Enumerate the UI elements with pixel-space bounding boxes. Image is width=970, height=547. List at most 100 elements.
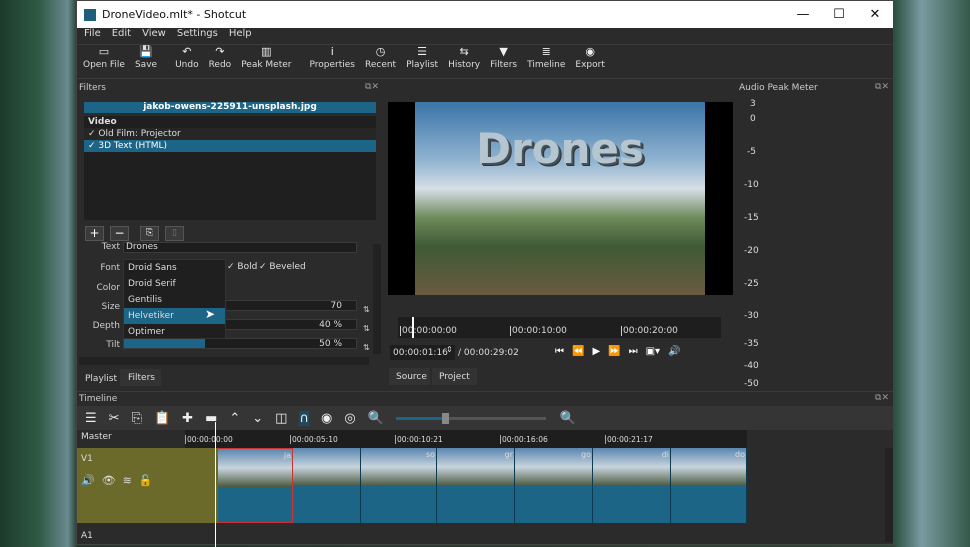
toolbar-redo-button[interactable]: ↷ Redo <box>209 45 232 78</box>
toolbar-label: Open File <box>83 60 125 70</box>
mouse-cursor-icon: ➤ <box>205 307 216 321</box>
menu-settings[interactable]: Settings <box>177 28 218 44</box>
toolbar-properties-button[interactable]: i Properties <box>310 45 355 78</box>
text-label: Text <box>101 242 120 252</box>
timeline-clip[interactable]: do <box>671 448 747 523</box>
filter-item-3d-text[interactable]: ✓ 3D Text (HTML) <box>84 140 376 152</box>
volume-button[interactable]: 🔊 <box>668 346 680 357</box>
clip-name: di <box>661 450 669 459</box>
menu-edit[interactable]: Edit <box>112 28 131 44</box>
rewind-button[interactable]: ⏪ <box>572 346 584 357</box>
panel-float-close-icon[interactable]: ⧉✕ <box>875 82 889 92</box>
timeline-ruler[interactable]: 00:00:00:00 00:00:05:10 00:00:10:21 00:00:1… <box>185 430 747 448</box>
toolbar-label: Save <box>134 60 158 70</box>
zoom-out-icon[interactable]: 🔍 <box>368 411 384 426</box>
filters-panel: Filters ⧉✕ jakob-owens-225911-unsplash.j… <box>77 81 385 389</box>
scrub-icon[interactable]: ◉ <box>321 411 332 426</box>
font-option[interactable]: Gentilis <box>124 292 225 308</box>
zoom-slider[interactable] <box>395 412 546 424</box>
window-title: DroneVideo.mlt* - Shotcut <box>102 8 247 21</box>
panel-float-close-icon[interactable]: ⧉✕ <box>875 393 889 403</box>
timeline-scrollbar[interactable] <box>885 448 893 542</box>
menu-icon[interactable]: ☰ <box>85 411 97 426</box>
toolbar-playlist-button[interactable]: ☰ Playlist <box>406 45 438 78</box>
timeline-clip[interactable]: gr <box>437 448 515 523</box>
toolbar-open-file-button[interactable]: ▭ Open File <box>83 45 125 78</box>
paste-icon[interactable]: 📋 <box>154 411 170 426</box>
minimize-button[interactable]: — <box>785 7 821 22</box>
toolbar-peak-meter-button[interactable]: ▥ Peak Meter <box>241 45 291 78</box>
zoom-in-icon[interactable]: 🔍 <box>560 411 576 426</box>
preview-ruler[interactable]: 00:00:00:00 00:00:10:00 00:00:20:00 <box>398 317 721 338</box>
overlay-3d-text: Drones <box>476 124 644 173</box>
timeline-title: Timeline <box>79 394 118 404</box>
skip-next-button[interactable]: ⏭ <box>629 346 638 357</box>
timeline-playhead[interactable] <box>215 422 216 547</box>
timeline-clip[interactable]: go <box>515 448 593 523</box>
timeline-clip[interactable]: di <box>593 448 671 523</box>
font-option[interactable]: Optimer <box>124 324 225 340</box>
overwrite-icon[interactable]: ⌄ <box>252 411 263 426</box>
beveled-checkbox[interactable]: ✓ Beveled <box>259 262 306 272</box>
append-icon[interactable]: ✚ <box>182 411 193 426</box>
tab-playlist[interactable]: Playlist <box>79 371 119 386</box>
panel-float-close-icon[interactable]: ⧉✕ <box>365 82 379 92</box>
split-icon[interactable]: ◫ <box>275 411 287 426</box>
close-button[interactable]: ✕ <box>857 7 893 22</box>
menu-view[interactable]: View <box>142 28 166 44</box>
mute-icon[interactable]: 🔊 <box>81 474 95 487</box>
lock-icon[interactable]: 🔓 <box>139 474 153 487</box>
toolbar-save-button[interactable]: 💾 Save <box>135 45 157 78</box>
text-input[interactable]: Drones <box>123 242 357 253</box>
tab-filters[interactable]: Filters <box>120 369 161 386</box>
remove-filter-button[interactable]: − <box>110 226 129 241</box>
fast-forward-button[interactable]: ⏩ <box>608 346 620 357</box>
timeline-clip[interactable]: so <box>361 448 437 523</box>
toolbar-undo-button[interactable]: ↶ Undo <box>175 45 199 78</box>
maximize-button[interactable]: ☐ <box>821 7 857 22</box>
timeline-clip[interactable] <box>293 448 361 523</box>
peak-meter-icon: ▥ <box>261 45 272 58</box>
toolbar-history-button[interactable]: ⇆ History <box>448 45 480 78</box>
timeline-clip[interactable]: ja <box>217 448 293 523</box>
tab-source[interactable]: Source <box>389 368 430 385</box>
meter-scale-label: -40 <box>744 361 759 371</box>
ripple-icon[interactable]: ◎ <box>344 411 355 426</box>
toolbar-label: Peak Meter <box>241 60 292 70</box>
snap-icon[interactable]: ∩ <box>299 410 309 426</box>
eye-icon[interactable]: 👁 <box>102 474 116 487</box>
timecode-spinner[interactable]: ⇕ <box>446 345 453 354</box>
timeline-ruler-label: 00:00:05:10 <box>290 435 338 444</box>
cut-icon[interactable]: ✂ <box>109 411 120 426</box>
bold-checkbox[interactable]: ✓ Bold <box>227 262 257 272</box>
meter-scale-label: 0 <box>750 114 756 124</box>
filter-item-old-film[interactable]: ✓ Old Film: Projector <box>84 128 376 140</box>
copy-filter-button[interactable]: ⎘ <box>140 226 159 241</box>
toolbar-label: Timeline <box>527 60 566 70</box>
play-button[interactable]: ▶ <box>592 346 600 357</box>
toolbar-label: History <box>448 60 481 70</box>
tab-project[interactable]: Project <box>432 368 477 385</box>
font-option[interactable]: Droid Sans <box>124 260 225 276</box>
menu-file[interactable]: File <box>84 28 101 44</box>
paste-filter-button[interactable]: ▯ <box>165 226 184 241</box>
lift-icon[interactable]: ⌃ <box>229 411 240 426</box>
track-gap <box>185 448 217 523</box>
toolbar-recent-button[interactable]: ◷ Recent <box>365 45 396 78</box>
composite-icon[interactable]: ≋ <box>123 474 132 487</box>
menu-help[interactable]: Help <box>229 28 252 44</box>
add-filter-button[interactable]: + <box>85 226 104 241</box>
reset-icons[interactable]: ⇅ ⇅ ⇅ <box>363 300 372 354</box>
zoom-fit-button[interactable]: ▣▾ <box>646 346 660 357</box>
toolbar-filters-button[interactable]: ▼ Filters <box>490 45 517 78</box>
font-option[interactable]: Droid Serif <box>124 276 225 292</box>
copy-icon[interactable]: ⎘ <box>132 411 142 426</box>
shotcut-window: DroneVideo.mlt* - Shotcut — ☐ ✕ File Edi… <box>76 0 894 547</box>
toolbar-export-button[interactable]: ◉ Export <box>575 45 604 78</box>
horizontal-scrollbar[interactable] <box>79 357 369 365</box>
playhead[interactable] <box>412 317 414 338</box>
skip-previous-button[interactable]: ⏮ <box>555 346 564 357</box>
toolbar-timeline-button[interactable]: ≣ Timeline <box>527 45 565 78</box>
video-preview[interactable]: Drones <box>388 102 733 295</box>
vertical-scrollbar[interactable] <box>373 244 381 354</box>
